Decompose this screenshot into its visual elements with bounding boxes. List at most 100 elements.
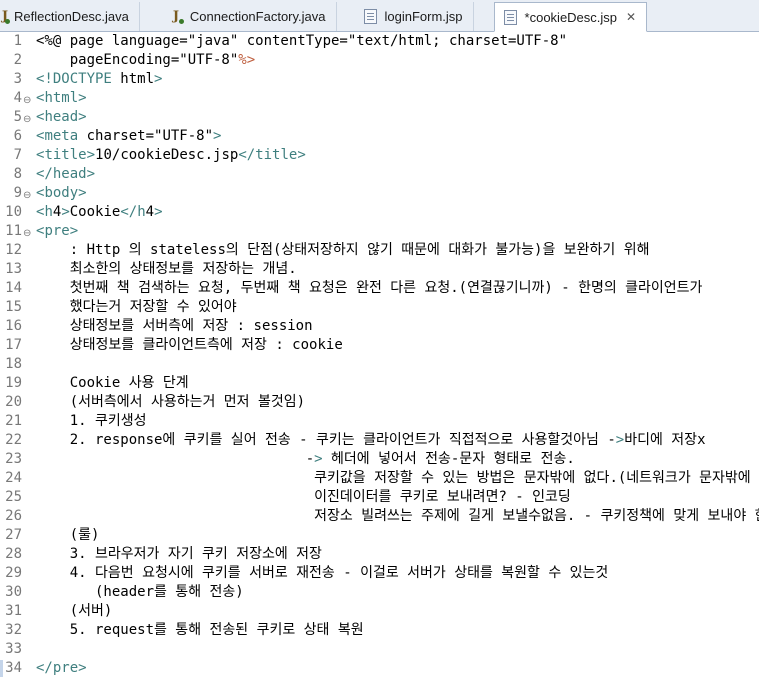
code-line[interactable]: 26 저장소 빌려쓰는 주제에 길게 보낼수없음. - 쿠키정책에 맞게 보내야… [0,507,759,526]
line-text: (서버측에서 사용하는거 먼저 볼것임) [36,394,306,410]
code-line[interactable]: 8 </head> [0,165,759,184]
code-line[interactable]: 19 Cookie 사용 단계 [0,374,759,393]
tab-label: ConnectionFactory.java [189,9,326,24]
code-line[interactable]: 31 (서버) [0,602,759,621]
line-number: 3 [13,71,22,87]
code-line[interactable]: 23 -> 헤더에 넣어서 전송-문자 형태로 전송. [0,450,759,469]
line-text: pageEncoding="UTF-8"%> [36,52,256,68]
line-number: 19 [5,375,22,391]
line-text: 상태정보를 서버측에 저장 : session [36,318,313,334]
line-number: 15 [5,299,22,315]
line-text: 4. 다음번 요청시에 쿠키를 서버로 재전송 - 이걸로 서버가 상태를 복원… [36,565,609,581]
editor-tab-bar: J ReflectionDesc.java J ConnectionFactor… [0,0,759,32]
code-line[interactable]: 10 <h4>Cookie</h4> [0,203,759,222]
line-text: (header를 통해 전송) [36,584,244,600]
tab-reflection-desc[interactable]: J ReflectionDesc.java [0,2,140,31]
line-number: 18 [5,356,22,372]
code-line[interactable]: 28 3. 브라우저가 자기 쿠키 저장소에 저장 [0,545,759,564]
line-text: 최소한의 상태정보를 저장하는 개념. [36,261,297,277]
code-line[interactable]: 30 (header를 통해 전송) [0,583,759,602]
line-number: 30 [5,584,22,600]
line-number: 16 [5,318,22,334]
line-number: 2 [13,52,22,68]
line-number: 29 [5,565,22,581]
line-number: 10 [5,204,22,220]
code-line[interactable]: 24 쿠키값을 저장할 수 있는 방법은 문자밖에 없다.(네트워크가 문자밖에… [0,469,759,488]
line-number: 28 [5,546,22,562]
code-line[interactable]: 33 [0,640,759,659]
line-number: 5 [13,109,22,125]
code-line[interactable]: 13 최소한의 상태정보를 저장하는 개념. [0,260,759,279]
code-line[interactable]: 14 첫번째 책 검색하는 요청, 두번째 책 요청은 완전 다른 요청.(연결… [0,279,759,298]
line-text: Cookie 사용 단계 [36,375,189,391]
line-number: 12 [5,242,22,258]
tab-cookie-desc[interactable]: *cookieDesc.jsp ✕ [493,2,648,32]
line-text: <!DOCTYPE html> [36,71,163,87]
code-line[interactable]: 21 1. 쿠키생성 [0,412,759,431]
line-number: 17 [5,337,22,353]
line-number: 11 [5,223,22,239]
tab-label: ReflectionDesc.java [14,9,129,24]
code-line[interactable]: 1 <%@ page language="java" contentType="t… [0,32,759,51]
line-text: 2. response에 쿠키를 실어 전송 - 쿠키는 클라이언트가 직접적으… [36,432,706,448]
code-line[interactable]: 9 ⊖ <body> [0,184,759,203]
code-line[interactable]: 2 pageEncoding="UTF-8"%> [0,51,759,70]
line-number: 13 [5,261,22,277]
line-text: <html> [36,90,87,106]
code-line[interactable]: 17 상태정보를 클라이언트측에 저장 : cookie [0,336,759,355]
line-number: 1 [13,33,22,49]
jsp-file-icon [363,9,379,25]
code-line[interactable]: 25 이진데이터를 쿠키로 보내려면? - 인코딩 [0,488,759,507]
line-text: 3. 브라우저가 자기 쿠키 저장소에 저장 [36,546,322,562]
line-text: 1. 쿠키생성 [36,413,147,429]
line-number: 23 [5,451,22,467]
java-file-icon: J [172,9,179,24]
code-line[interactable]: 4 ⊖ <html> [0,89,759,108]
line-number: 27 [5,527,22,543]
line-number: 24 [5,470,22,486]
current-line-marker [0,660,3,677]
line-number: 31 [5,603,22,619]
close-tab-icon[interactable]: ✕ [626,10,636,24]
code-line[interactable]: 12 : Http 의 stateless의 단점(상태저장하지 않기 때문에 … [0,241,759,260]
line-number: 7 [13,147,22,163]
code-line[interactable]: 15 했다는거 저장할 수 있어야 [0,298,759,317]
code-line[interactable]: 6 <meta charset="UTF-8"> [0,127,759,146]
code-line[interactable]: 27 (룰) [0,526,759,545]
line-text: <title>10/cookieDesc.jsp</title> [36,147,306,163]
line-number: 4 [13,90,22,106]
tab-connection-factory[interactable]: J ConnectionFactory.java [140,2,337,31]
code-line[interactable]: 22 2. response에 쿠키를 실어 전송 - 쿠키는 클라이언트가 직… [0,431,759,450]
code-line[interactable]: 5 ⊖ <head> [0,108,759,127]
line-number: 25 [5,489,22,505]
tab-label: *cookieDesc.jsp [524,9,618,25]
line-number: 33 [5,641,22,657]
code-line[interactable]: 18 [0,355,759,374]
code-line[interactable]: 16 상태정보를 서버측에 저장 : session [0,317,759,336]
tab-login-form[interactable]: loginForm.jsp [337,2,474,31]
line-number: 8 [13,166,22,182]
line-text: <%@ page language="java" contentType="te… [36,33,568,49]
line-text: 첫번째 책 검색하는 요청, 두번째 책 요청은 완전 다른 요청.(연결끊기니… [36,280,703,296]
line-text: 상태정보를 클라이언트측에 저장 : cookie [36,337,343,353]
jsp-file-icon [503,9,519,25]
line-text: (룰) [36,527,100,543]
line-number: 22 [5,432,22,448]
code-line[interactable]: 3 <!DOCTYPE html> [0,70,759,89]
tab-label: loginForm.jsp [384,9,463,24]
line-text: <pre> [36,223,79,239]
code-line[interactable]: 11 ⊖ <pre> [0,222,759,241]
line-text: <body> [36,185,87,201]
line-text: <meta charset="UTF-8"> [36,128,222,144]
code-line[interactable]: 20 (서버측에서 사용하는거 먼저 볼것임) [0,393,759,412]
code-editor[interactable]: 1 <%@ page language="java" contentType="t… [0,32,759,677]
line-text: 했다는거 저장할 수 있어야 [36,299,237,315]
line-number: 14 [5,280,22,296]
code-line[interactable]: 29 4. 다음번 요청시에 쿠키를 서버로 재전송 - 이걸로 서버가 상태를… [0,564,759,583]
code-line[interactable]: 34 </pre> [0,659,759,677]
code-line[interactable]: 32 5. request를 통해 전송된 쿠키로 상태 복원 [0,621,759,640]
line-number: 6 [13,128,22,144]
line-number: 9 [13,185,22,201]
line-number: 34 [5,660,22,676]
code-line[interactable]: 7 <title>10/cookieDesc.jsp</title> [0,146,759,165]
